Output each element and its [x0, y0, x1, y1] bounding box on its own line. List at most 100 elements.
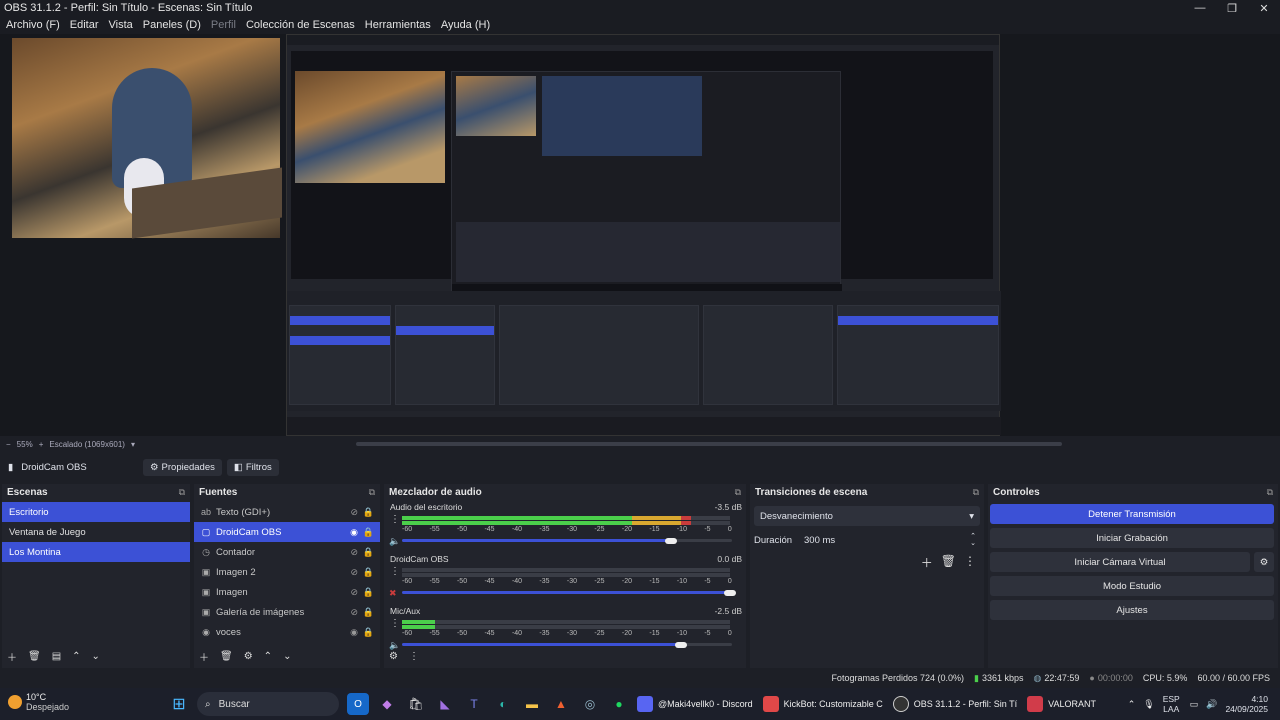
minimize-button[interactable]: —: [1184, 0, 1216, 16]
chevron-up-icon[interactable]: ⌃: [264, 651, 272, 662]
lock-icon[interactable]: 🔒: [363, 527, 374, 538]
channel-menu-icon[interactable]: ⋮: [390, 566, 400, 577]
tray-chevron-icon[interactable]: ⌃: [1128, 699, 1136, 710]
menu-perfil[interactable]: Perfil: [207, 19, 240, 31]
volume-icon[interactable]: 🔊: [1206, 699, 1217, 710]
source-item[interactable]: ◉ voces ◉ 🔒: [194, 622, 380, 642]
network-icon[interactable]: ▭: [1190, 699, 1199, 710]
lock-icon[interactable]: 🔒: [363, 567, 374, 578]
preview-canvas[interactable]: [0, 34, 1280, 436]
zoom-in-button[interactable]: +: [39, 440, 44, 449]
menu-coleccion[interactable]: Colección de Escenas: [242, 19, 359, 31]
filters-button[interactable]: ◧ Filtros: [226, 458, 279, 476]
add-icon[interactable]: ＋: [199, 649, 209, 664]
eye-hidden-icon[interactable]: ⊘: [350, 507, 358, 518]
teams-icon[interactable]: T: [463, 693, 485, 715]
weather-widget[interactable]: 10°C Despejado: [8, 692, 69, 712]
scale-dropdown-icon[interactable]: ▾: [131, 440, 135, 449]
language-indicator[interactable]: ESP LAA: [1163, 694, 1180, 714]
menu-editar[interactable]: Editar: [66, 19, 103, 31]
clock[interactable]: 4:10 24/09/2025: [1225, 694, 1268, 714]
volume-knob[interactable]: [674, 641, 687, 648]
chevron-up-icon[interactable]: ⌃: [72, 651, 80, 662]
menu-dots-icon[interactable]: ⋮: [964, 554, 976, 571]
lock-icon[interactable]: 🔒: [363, 547, 374, 558]
explorer-icon[interactable]: ▬: [521, 693, 543, 715]
edge-icon[interactable]: ◐: [492, 693, 514, 715]
steam-icon[interactable]: ◎: [579, 693, 601, 715]
taskbar-app-valorant[interactable]: VALORANT: [1027, 692, 1096, 716]
eye-hidden-icon[interactable]: ⊘: [350, 547, 358, 558]
spotify-icon[interactable]: ●: [608, 693, 630, 715]
start-virtual-camera-button[interactable]: Iniciar Cámara Virtual: [990, 552, 1250, 572]
source-item[interactable]: ab Texto (GDI+) ⊘ 🔒: [194, 502, 380, 522]
muted-speaker-icon[interactable]: ✖: [389, 588, 397, 599]
windows-start-icon[interactable]: ⊞: [168, 693, 190, 715]
brave-icon[interactable]: ▲: [550, 693, 572, 715]
popout-icon[interactable]: ⧉: [973, 487, 979, 498]
scene-item[interactable]: Ventana de Juego: [2, 522, 190, 542]
copilot-icon[interactable]: ◆: [376, 693, 398, 715]
popout-icon[interactable]: ⧉: [1267, 487, 1273, 498]
chevron-down-icon[interactable]: ⌄: [283, 651, 291, 662]
close-button[interactable]: ✕: [1248, 0, 1280, 16]
eye-icon[interactable]: ◉: [350, 627, 358, 638]
filter-icon[interactable]: ▤: [52, 651, 61, 662]
stop-stream-button[interactable]: Detener Transmisión: [990, 504, 1274, 524]
menu-archivo[interactable]: Archivo (F): [2, 19, 64, 31]
properties-button[interactable]: ⚙ Propiedades: [143, 458, 222, 476]
menu-dots-icon[interactable]: ⋮: [409, 651, 419, 662]
maximize-button[interactable]: ❐: [1216, 0, 1248, 16]
taskbar-app-kickbot[interactable]: KickBot: Customizable C: [762, 692, 883, 716]
eye-hidden-icon[interactable]: ⊘: [350, 567, 358, 578]
studio-mode-button[interactable]: Modo Estudio: [990, 576, 1274, 596]
mixer-advanced-icon[interactable]: ⚙: [389, 651, 398, 662]
volume-knob[interactable]: [724, 589, 736, 596]
trash-icon[interactable]: 🗑: [220, 651, 233, 662]
volume-slider[interactable]: [402, 539, 673, 542]
add-icon[interactable]: ＋: [921, 554, 933, 571]
speaker-icon[interactable]: 🔈: [389, 536, 400, 547]
channel-menu-icon[interactable]: ⋮: [390, 514, 400, 525]
channel-menu-icon[interactable]: ⋮: [390, 618, 400, 629]
menu-vista[interactable]: Vista: [105, 19, 137, 31]
source-item[interactable]: ▣ Imagen ⊘ 🔒: [194, 582, 380, 602]
popout-icon[interactable]: ⧉: [735, 487, 741, 498]
source-item[interactable]: ◷ Contador ⊘ 🔒: [194, 542, 380, 562]
taskbar-search[interactable]: ⌕ Buscar: [197, 692, 339, 716]
taskbar-app-discord[interactable]: @Maki4vellk0 - Discord: [637, 692, 753, 716]
lock-icon[interactable]: 🔒: [363, 627, 374, 638]
source-item[interactable]: ▣ Imagen 2 ⊘ 🔒: [194, 562, 380, 582]
mic-icon[interactable]: 🎙: [1143, 699, 1154, 710]
virtual-camera-settings-icon[interactable]: ⚙: [1254, 552, 1274, 572]
taskbar-app-obs[interactable]: OBS 31.1.2 - Perfil: Sin Tí: [892, 692, 1017, 716]
eye-hidden-icon[interactable]: ⊘: [350, 607, 358, 618]
start-recording-button[interactable]: Iniciar Grabación: [990, 528, 1274, 548]
popout-icon[interactable]: ⧉: [369, 487, 375, 498]
menu-herramientas[interactable]: Herramientas: [361, 19, 435, 31]
menu-ayuda[interactable]: Ayuda (H): [437, 19, 494, 31]
popout-icon[interactable]: ⧉: [179, 487, 185, 498]
trash-icon[interactable]: 🗑: [28, 651, 41, 662]
visual-studio-icon[interactable]: ◣: [434, 693, 456, 715]
settings-button[interactable]: Ajustes: [990, 600, 1274, 620]
lock-icon[interactable]: 🔒: [363, 507, 374, 518]
volume-knob[interactable]: [664, 537, 677, 544]
store-icon[interactable]: 🛍: [405, 693, 427, 715]
trash-icon[interactable]: 🗑: [941, 554, 956, 571]
gear-icon[interactable]: ⚙: [244, 651, 253, 662]
duration-field[interactable]: 300 ms ⌃ ⌄: [802, 530, 980, 550]
source-item[interactable]: ▢ DroidCam OBS ◉ 🔒: [194, 522, 380, 542]
transition-select[interactable]: Desvanecimiento ▾: [754, 506, 980, 526]
scene-item[interactable]: Escritorio: [2, 502, 190, 522]
eye-hidden-icon[interactable]: ⊘: [350, 587, 358, 598]
volume-slider[interactable]: [402, 591, 732, 594]
source-item[interactable]: ▣ Galería de imágenes ⊘ 🔒: [194, 602, 380, 622]
preview-scrollbar[interactable]: [356, 442, 1062, 446]
lock-icon[interactable]: 🔒: [363, 607, 374, 618]
volume-slider[interactable]: [402, 643, 683, 646]
menu-paneles[interactable]: Paneles (D): [139, 19, 205, 31]
outlook-icon[interactable]: O: [347, 693, 369, 715]
add-icon[interactable]: ＋: [7, 649, 17, 664]
eye-icon[interactable]: ◉: [350, 527, 358, 538]
